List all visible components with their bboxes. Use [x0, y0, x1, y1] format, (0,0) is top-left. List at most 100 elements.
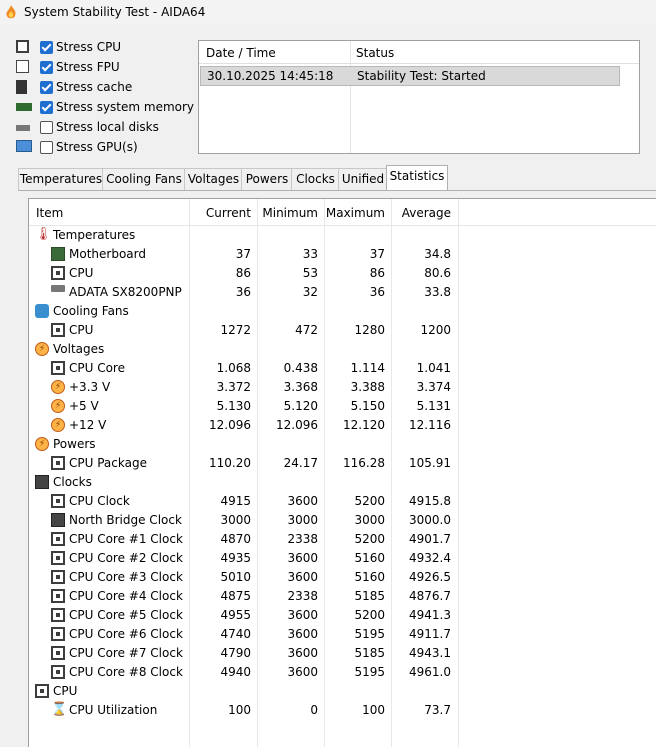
- table-row[interactable]: CPU Core #4 Clock 4875 2338 5185 4876.7: [29, 587, 656, 606]
- table-row[interactable]: North Bridge Clock 3000 3000 3000 3000.0: [29, 511, 656, 530]
- cell-average: 80.6: [424, 266, 451, 280]
- column-header-item[interactable]: Item: [36, 206, 63, 220]
- log-header-datetime[interactable]: Date / Time: [206, 46, 276, 60]
- stress-checkbox[interactable]: [40, 121, 53, 134]
- cell-maximum: 5200: [354, 532, 385, 546]
- cpu-chip-icon: [51, 627, 65, 641]
- tab-unified[interactable]: Unified: [338, 168, 388, 190]
- table-row[interactable]: ⚡ +3.3 V 3.372 3.368 3.388 3.374: [29, 378, 656, 397]
- status-log[interactable]: Date / Time Status 30.10.2025 14:45:18 S…: [198, 40, 640, 154]
- cell-current: 4935: [220, 551, 251, 565]
- log-header-status[interactable]: Status: [356, 46, 394, 60]
- fpu-percent-icon: [16, 60, 29, 73]
- column-header-current[interactable]: Current: [189, 206, 251, 220]
- cpu-chip-icon: [51, 646, 65, 660]
- tab-voltages[interactable]: Voltages: [184, 168, 243, 190]
- table-header: Item Current Minimum Maximum Average: [29, 199, 656, 226]
- cell-minimum: 53: [302, 266, 318, 280]
- table-row[interactable]: CPU Core #7 Clock 4790 3600 5185 4943.1: [29, 644, 656, 663]
- northbridge-chip-icon: [51, 513, 65, 527]
- cell-current: 4955: [220, 608, 251, 622]
- stress-option[interactable]: Stress FPU: [14, 58, 214, 78]
- table-row[interactable]: CPU Core 1.068 0.438 1.114 1.041: [29, 359, 656, 378]
- aida64-flame-icon: [6, 5, 16, 19]
- table-row[interactable]: CPU Package 110.20 24.17 116.28 105.91: [29, 454, 656, 473]
- stress-checkbox[interactable]: [40, 41, 53, 54]
- table-row[interactable]: CPU Core #2 Clock 4935 3600 5160 4932.4: [29, 549, 656, 568]
- stress-option[interactable]: Stress CPU: [14, 38, 214, 58]
- disk-drive-icon: [16, 125, 30, 131]
- cpu-chip-icon: [51, 608, 65, 622]
- stress-option-label: Stress system memory: [56, 100, 195, 114]
- group-row[interactable]: ⚡ Powers: [29, 435, 656, 454]
- cell-maximum: 5160: [354, 551, 385, 565]
- cell-current: 1.068: [216, 361, 251, 375]
- log-row-status: Stability Test: Started: [357, 69, 486, 83]
- stress-option[interactable]: Stress GPU(s): [14, 138, 214, 158]
- window-title: System Stability Test - AIDA64: [24, 5, 206, 19]
- table-row[interactable]: CPU Core #5 Clock 4955 3600 5200 4941.3: [29, 606, 656, 625]
- cell-current: 4790: [220, 646, 251, 660]
- row-label: Motherboard: [69, 247, 146, 261]
- table-row[interactable]: ⚡ +5 V 5.130 5.120 5.150 5.131: [29, 397, 656, 416]
- table-row[interactable]: ⚡ +12 V 12.096 12.096 12.120 12.116: [29, 416, 656, 435]
- cell-maximum: 5160: [354, 570, 385, 584]
- cell-maximum: 86: [369, 266, 385, 280]
- stress-option[interactable]: Stress system memory: [14, 98, 214, 118]
- table-row[interactable]: CPU Core #8 Clock 4940 3600 5195 4961.0: [29, 663, 656, 682]
- stress-checkbox[interactable]: [40, 61, 53, 74]
- group-row[interactable]: Clocks: [29, 473, 656, 492]
- column-header-minimum[interactable]: Minimum: [257, 206, 318, 220]
- stress-checkbox[interactable]: [40, 81, 53, 94]
- column-header-maximum[interactable]: Maximum: [324, 206, 385, 220]
- title-bar: System Stability Test - AIDA64: [0, 0, 656, 24]
- stress-option-label: Stress GPU(s): [56, 140, 138, 154]
- row-label: CPU: [53, 684, 78, 698]
- table-row[interactable]: CPU Clock 4915 3600 5200 4915.8: [29, 492, 656, 511]
- table-row[interactable]: ADATA SX8200PNP 36 32 36 33.8: [29, 283, 656, 302]
- group-row[interactable]: CPU: [29, 682, 656, 701]
- cell-minimum: 3600: [287, 570, 318, 584]
- group-row[interactable]: 🌡 Temperatures: [29, 226, 656, 245]
- cpu-chip-icon: [51, 361, 65, 375]
- cell-maximum: 5200: [354, 608, 385, 622]
- clock-chip-icon: [35, 475, 49, 489]
- tab-strip: Temperatures Cooling Fans Voltages Powers Cl…: [18, 165, 656, 191]
- disk-drive-icon: [51, 285, 65, 292]
- tab-clocks[interactable]: Clocks: [291, 168, 340, 190]
- cell-average: 73.7: [424, 703, 451, 717]
- tab-cooling-fans[interactable]: Cooling Fans: [102, 168, 186, 190]
- table-row[interactable]: CPU Core #1 Clock 4870 2338 5200 4901.7: [29, 530, 656, 549]
- column-header-average[interactable]: Average: [391, 206, 451, 220]
- group-row[interactable]: Cooling Fans: [29, 302, 656, 321]
- cell-minimum: 3600: [287, 665, 318, 679]
- log-row-datetime: 30.10.2025 14:45:18: [207, 69, 334, 83]
- cell-maximum: 3000: [354, 513, 385, 527]
- table-row[interactable]: Motherboard 37 33 37 34.8: [29, 245, 656, 264]
- tab-temperatures[interactable]: Temperatures: [18, 168, 104, 190]
- tab-statistics[interactable]: Statistics: [386, 165, 448, 191]
- table-row[interactable]: ⌛ CPU Utilization 100 0 100 73.7: [29, 701, 656, 720]
- cpu-chip-icon: [51, 266, 65, 280]
- cell-minimum: 3600: [287, 551, 318, 565]
- cell-minimum: 0: [310, 703, 318, 717]
- cell-average: 12.116: [409, 418, 451, 432]
- cpu-chip-icon: [51, 494, 65, 508]
- statistics-table[interactable]: Item Current Minimum Maximum Average 🌡 Te…: [28, 198, 656, 747]
- table-row[interactable]: CPU 86 53 86 80.6: [29, 264, 656, 283]
- cell-current: 4915: [220, 494, 251, 508]
- stress-checkbox[interactable]: [40, 141, 53, 154]
- tab-powers[interactable]: Powers: [241, 168, 293, 190]
- group-row[interactable]: ⚡ Voltages: [29, 340, 656, 359]
- cell-current: 37: [235, 247, 251, 261]
- log-row[interactable]: 30.10.2025 14:45:18 Stability Test: Star…: [200, 66, 620, 86]
- cell-average: 4915.8: [409, 494, 451, 508]
- table-row[interactable]: CPU 1272 472 1280 1200: [29, 321, 656, 340]
- table-row[interactable]: CPU Core #6 Clock 4740 3600 5195 4911.7: [29, 625, 656, 644]
- table-row[interactable]: CPU Core #3 Clock 5010 3600 5160 4926.5: [29, 568, 656, 587]
- stress-checkbox[interactable]: [40, 101, 53, 114]
- row-label: CPU Core #1 Clock: [69, 532, 183, 546]
- stress-option[interactable]: Stress local disks: [14, 118, 214, 138]
- stress-option[interactable]: Stress cache: [14, 78, 214, 98]
- row-label: ADATA SX8200PNP: [69, 285, 182, 299]
